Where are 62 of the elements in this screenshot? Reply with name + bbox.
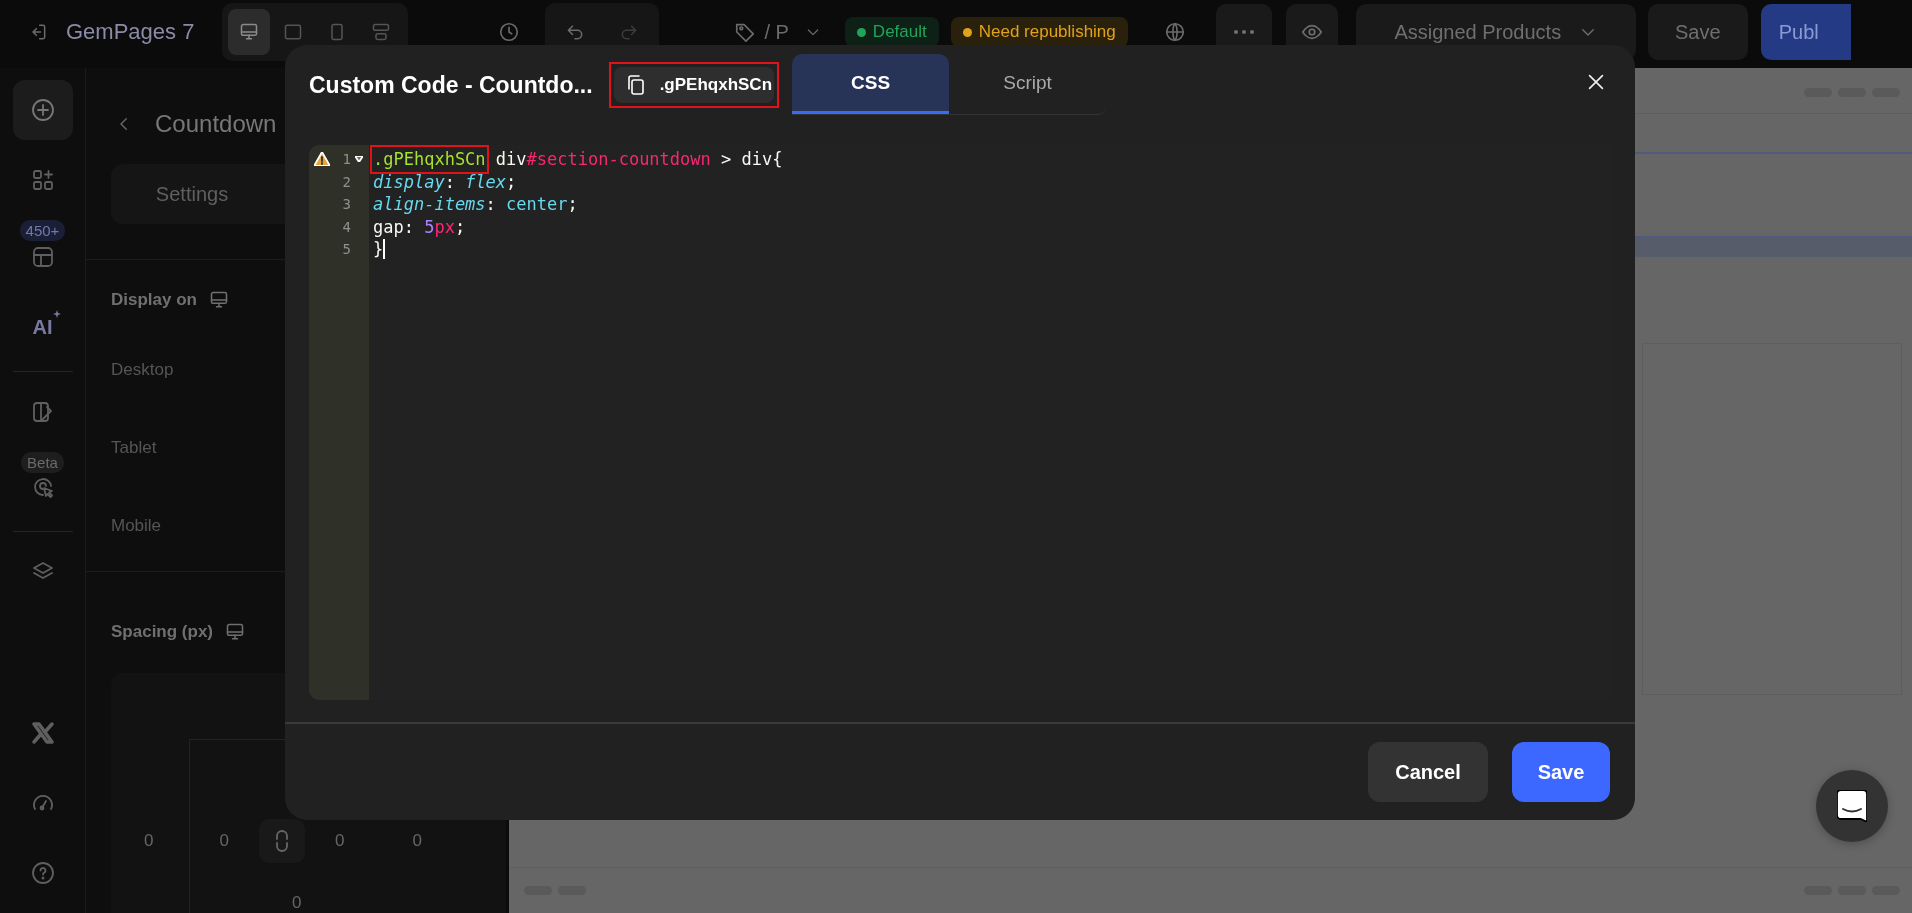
- chat-icon: [1837, 790, 1867, 822]
- grid-plus-icon: [30, 168, 55, 192]
- dialog-title: Custom Code - Countdo...: [309, 71, 593, 99]
- code-line: gap: 5px;: [373, 215, 467, 238]
- code-line: align-items: center;: [373, 193, 579, 216]
- sparkle-icon: [52, 309, 61, 318]
- page-name[interactable]: / P: [764, 20, 789, 44]
- code-line: display: flex;: [373, 170, 518, 193]
- device-label: Tablet: [111, 438, 158, 458]
- globe-icon[interactable]: [1163, 21, 1186, 43]
- publish-button[interactable]: Publ: [1760, 4, 1851, 60]
- desktop-icon: [239, 22, 260, 42]
- sidebar-item[interactable]: [12, 80, 73, 140]
- section-title: Spacing (px): [111, 622, 213, 642]
- sidebar-item[interactable]: AI: [12, 297, 73, 357]
- cancel-button[interactable]: Cancel: [1368, 742, 1488, 802]
- code-line: .gPEhqxhSCn div#section-countdown > div{: [373, 148, 1610, 171]
- status-badge: Default: [844, 17, 939, 47]
- desktop-icon: [208, 290, 229, 310]
- custom-device-icon: [371, 22, 392, 42]
- spacing-value[interactable]: 0: [334, 831, 345, 851]
- link-icon: [273, 830, 290, 852]
- page-icon: [30, 400, 55, 424]
- x-logo-icon: [30, 721, 55, 745]
- help-icon: [30, 861, 55, 885]
- spacing-value[interactable]: 0: [292, 893, 302, 913]
- code-tab[interactable]: CSS: [792, 54, 950, 114]
- desktop-icon: [225, 622, 245, 642]
- save-button[interactable]: Save: [1512, 742, 1610, 802]
- panel-title: Countdown: [155, 110, 277, 138]
- history-icon[interactable]: [498, 21, 521, 43]
- tablet-icon: [283, 22, 304, 42]
- line-number: 4: [342, 218, 351, 235]
- line-number: 1: [342, 151, 351, 168]
- spacing-value[interactable]: 0: [412, 831, 422, 851]
- fold-caret-icon[interactable]: [355, 156, 363, 163]
- warning-icon: [314, 152, 330, 166]
- rail-badge: Beta: [21, 452, 64, 473]
- panel-tab[interactable]: Settings: [117, 170, 267, 218]
- add-icon: [30, 98, 55, 122]
- copy-icon: [625, 74, 646, 96]
- app-name: GemPages 7: [66, 19, 195, 45]
- spacing-value[interactable]: 0: [144, 831, 154, 851]
- device-mode-button[interactable]: [228, 9, 271, 55]
- text-cursor: [383, 239, 386, 260]
- line-number: 5: [342, 241, 351, 258]
- copy-class-button[interactable]: .gPEhqxhSCn: [613, 67, 775, 103]
- save-button[interactable]: Save: [1647, 4, 1748, 60]
- line-number: 3: [342, 196, 351, 213]
- device-label: Mobile: [111, 516, 163, 536]
- more-icon: [1232, 29, 1255, 35]
- section-title: Display on: [111, 290, 197, 310]
- code-tab[interactable]: Script: [949, 54, 1107, 114]
- tag-icon: [734, 21, 757, 43]
- device-label: Desktop: [111, 360, 175, 380]
- rail-badge: 450+: [19, 220, 66, 241]
- status-badge: Need republishing: [950, 17, 1128, 47]
- layout-icon: [30, 245, 55, 269]
- code-line: }: [373, 238, 387, 261]
- line-number: 2: [342, 173, 351, 190]
- link-button[interactable]: [258, 819, 305, 863]
- spacing-value[interactable]: 0: [219, 831, 229, 851]
